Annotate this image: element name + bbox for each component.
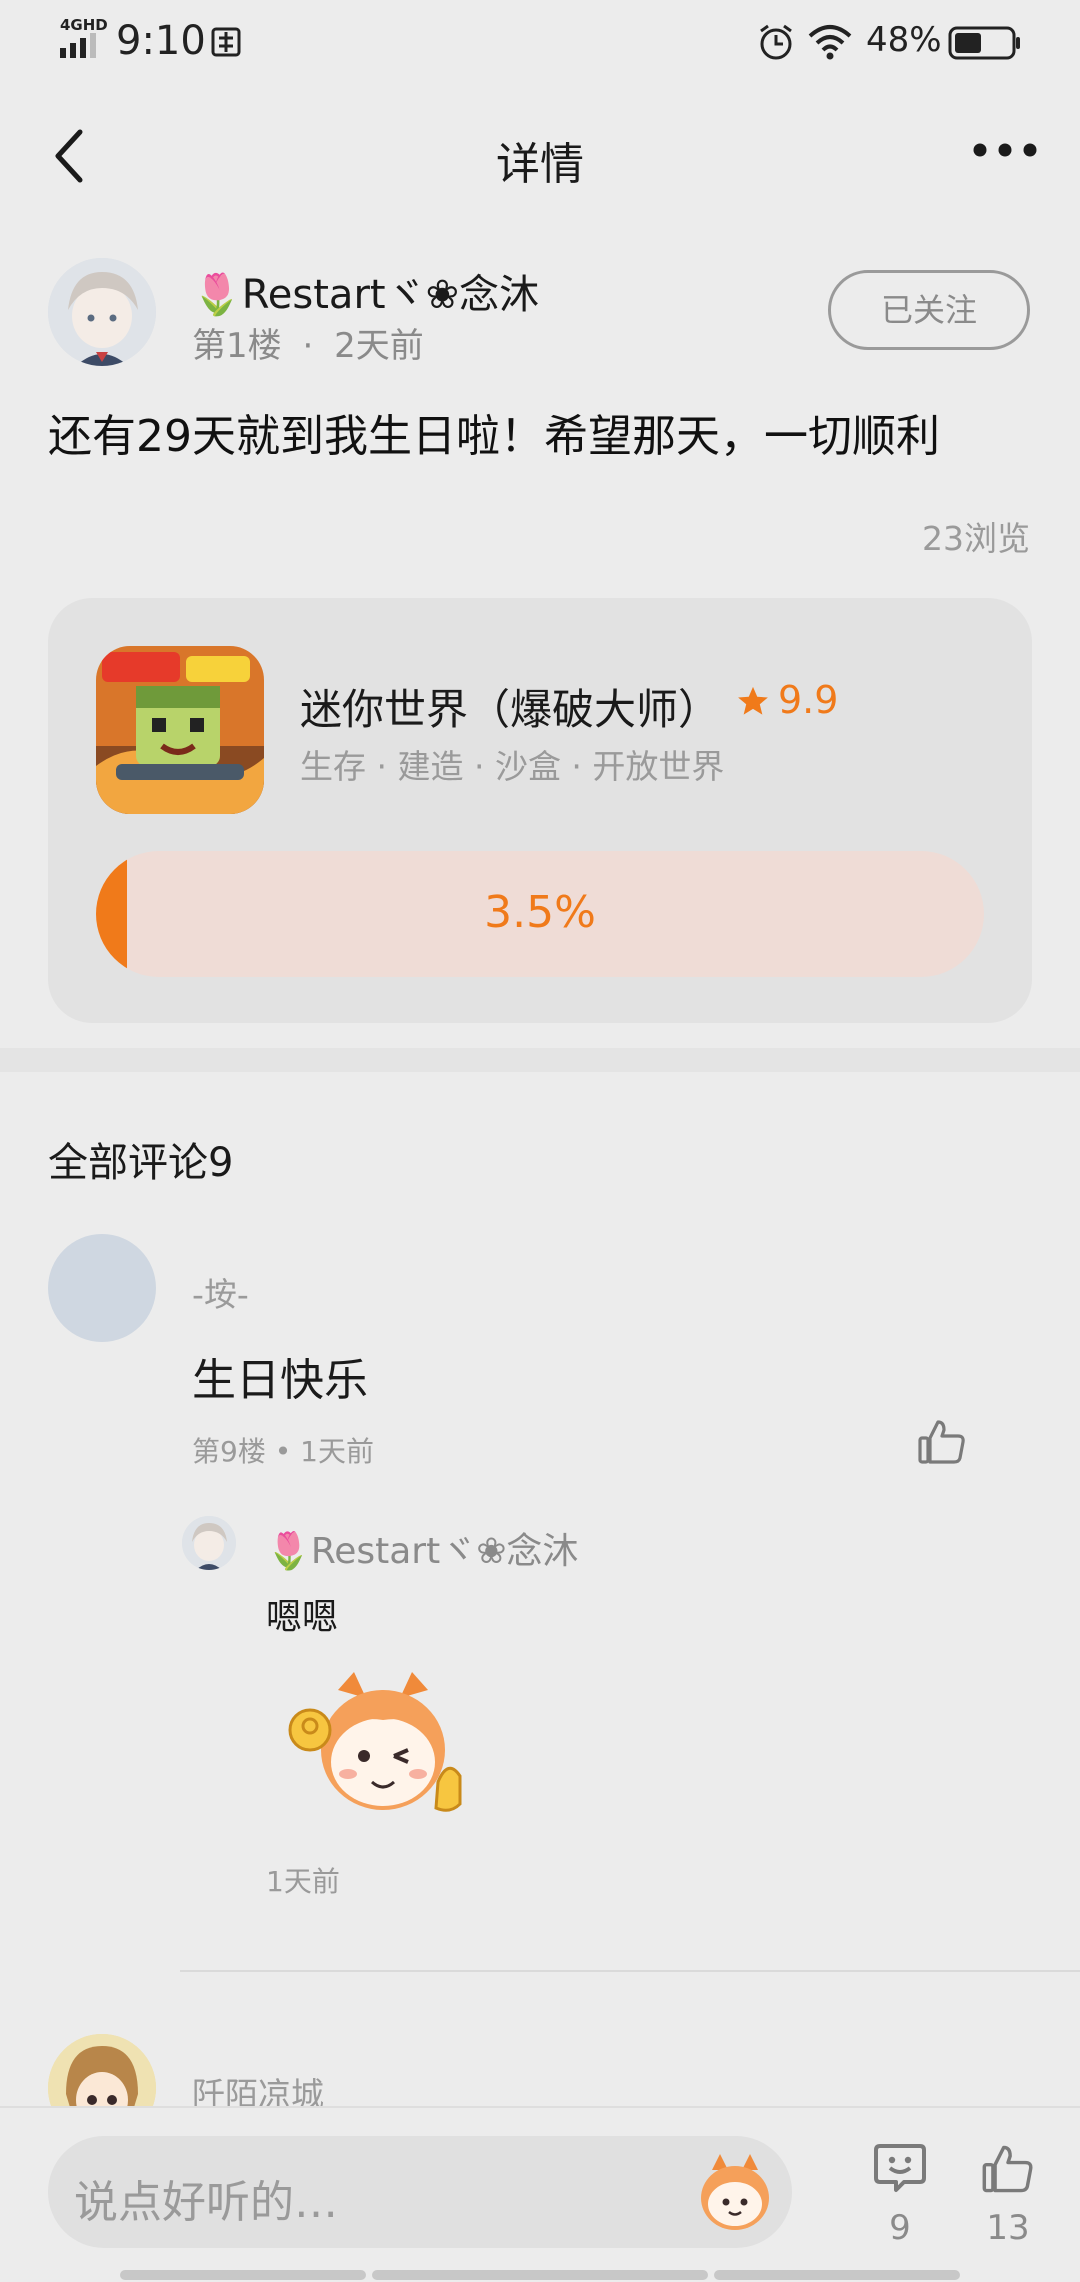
comment-text: 生日快乐 <box>192 1355 368 1406</box>
author-name[interactable]: 🌷Restartヾ❀念沐 <box>192 262 539 320</box>
battery-percent: 48% <box>866 20 942 60</box>
progress-label: 3.5% <box>484 887 596 938</box>
like-icon[interactable] <box>980 2142 1036 2196</box>
comment-input[interactable]: 说点好听的… <box>48 2136 792 2248</box>
sync-icon <box>211 27 241 57</box>
nav-indicator <box>372 2270 708 2280</box>
comments-title: 全部评论9 <box>48 1140 234 1186</box>
status-time: 9:10 <box>116 18 206 64</box>
reply-avatar[interactable] <box>182 1516 236 1570</box>
comment-separator <box>180 1970 1080 1972</box>
follow-button[interactable]: 已关注 <box>828 270 1030 350</box>
post-meta: 第1楼 · 2天前 <box>192 326 424 366</box>
page-title: 详情 <box>496 139 584 190</box>
signal-icon <box>60 33 96 58</box>
wifi-icon <box>808 25 852 60</box>
like-count: 13 <box>986 2208 1030 2248</box>
view-count: 23浏览 <box>922 519 1030 558</box>
more-icon[interactable] <box>972 140 1038 160</box>
comment-count: 9 <box>889 2208 911 2248</box>
commenter-name[interactable]: -垵- <box>192 1268 249 1316</box>
post-floor: 第1楼 <box>192 326 282 366</box>
game-tags: 生存 · 建造 · 沙盒 · 开放世界 <box>300 747 725 786</box>
section-divider <box>0 1048 1080 1072</box>
reply-text: 嗯嗯 <box>266 1597 339 1638</box>
game-name[interactable]: 迷你世界（爆破大师） <box>300 676 720 737</box>
like-icon[interactable] <box>916 1418 968 1466</box>
emoji-icon[interactable] <box>694 2152 776 2234</box>
battery-icon <box>948 26 1020 60</box>
post-time: 2天前 <box>334 326 424 366</box>
download-progress[interactable]: 3.5% <box>96 851 984 977</box>
sticker-image[interactable] <box>288 1670 478 1820</box>
comment-meta: 第9楼 • 1天前 <box>192 1435 374 1468</box>
alarm-icon <box>760 24 792 60</box>
nav-indicator <box>714 2270 960 2280</box>
nav-indicator <box>120 2270 366 2280</box>
commenter-avatar[interactable] <box>48 1234 156 1342</box>
comment-input-placeholder: 说点好听的… <box>74 2177 338 2228</box>
status-bar: 4GHD 9:10 48% <box>0 0 1080 82</box>
star-icon <box>738 686 768 715</box>
reply-author[interactable]: 🌷Restartヾ❀念沐 <box>266 1522 578 1574</box>
reply-time: 1天前 <box>266 1865 340 1898</box>
post-content: 还有29天就到我生日啦！希望那天，一切顺利 <box>48 411 940 462</box>
game-icon[interactable] <box>96 646 264 814</box>
game-rating: 9.9 <box>778 678 839 722</box>
author-avatar[interactable] <box>48 258 156 366</box>
comment-icon[interactable] <box>872 2140 928 2196</box>
